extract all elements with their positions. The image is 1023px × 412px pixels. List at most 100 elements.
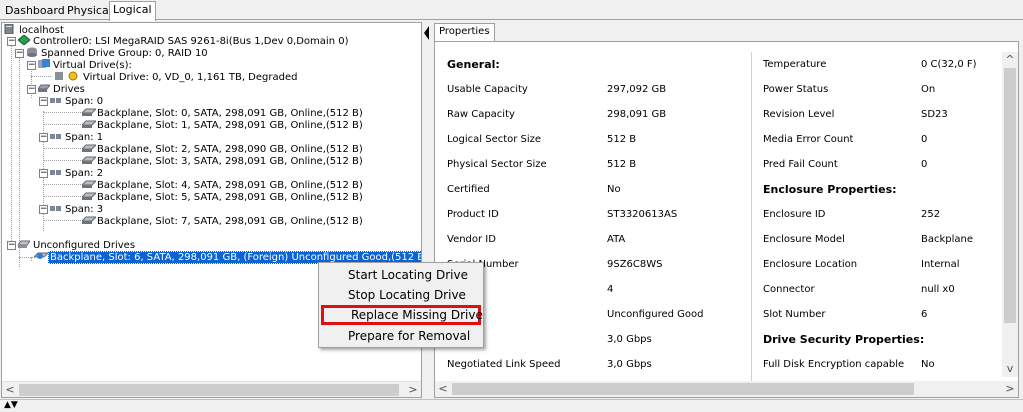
property-value: 9SZ6C8WS	[607, 259, 663, 270]
main-tab-bar: Dashboard Physical Logical	[0, 0, 1023, 21]
tree-guide	[19, 257, 33, 258]
menu-item-prepare-removal[interactable]: Prepare for Removal	[321, 326, 481, 346]
section-header: Drive Security Properties:	[763, 333, 925, 346]
collapse-icon[interactable]: −	[39, 133, 48, 142]
property-value: Internal	[921, 259, 960, 270]
tree-node-controller[interactable]: Controller0: LSI MegaRAID SAS 9261-8i(Bu…	[17, 34, 349, 47]
tab-properties[interactable]: Properties	[434, 23, 495, 41]
tree-node-unconfigured-drives[interactable]: Unconfigured Drives	[17, 239, 136, 251]
virtual-drive-icon	[54, 71, 66, 81]
scroll-thumb[interactable]	[452, 383, 914, 395]
tree-guide	[43, 124, 81, 125]
menu-item-stop-locating[interactable]: Stop Locating Drive	[321, 285, 481, 305]
tree-node-span-3[interactable]: Span: 3	[50, 203, 104, 215]
menu-item-replace-missing-drive[interactable]: Replace Missing Drive	[321, 305, 483, 325]
tree-node-drive[interactable]: Backplane, Slot: 5, SATA, 298,091 GB, On…	[80, 191, 364, 203]
tree-guide	[43, 196, 81, 197]
tree-node-span-1[interactable]: Span: 1	[50, 131, 104, 143]
property-value: null x0	[921, 284, 955, 295]
scroll-down-icon[interactable]: v	[1002, 361, 1018, 377]
property-label: Temperature	[763, 59, 827, 70]
tree-node-span-0[interactable]: Span: 0	[50, 95, 104, 107]
drive-context-menu: Start Locating Drive Stop Locating Drive…	[318, 262, 484, 348]
collapse-icon[interactable]: −	[39, 169, 48, 178]
collapse-icon[interactable]: −	[7, 241, 16, 250]
tree-horizontal-scrollbar[interactable]: < >	[2, 381, 421, 397]
tab-logical[interactable]: Logical	[109, 1, 156, 21]
tree-node-drive-group[interactable]: Spanned Drive Group: 0, RAID 10	[26, 47, 209, 59]
tree-node-span-2[interactable]: Span: 2	[50, 167, 104, 179]
property-value: No	[921, 359, 935, 370]
splitter-arrow-icon	[424, 26, 429, 40]
collapse-icon[interactable]: −	[27, 61, 36, 70]
hard-drive-icon	[80, 215, 98, 225]
property-value: 512 B	[607, 134, 637, 145]
tab-dashboard[interactable]: Dashboard	[2, 3, 68, 20]
property-value: 0	[921, 134, 928, 145]
scroll-thumb[interactable]	[19, 384, 399, 396]
property-value: 3,0 Gbps	[607, 359, 652, 370]
property-value: SD23	[921, 109, 948, 120]
tree-node-drive[interactable]: Backplane, Slot: 7, SATA, 298,091 GB, On…	[80, 215, 364, 227]
properties-vertical-scrollbar[interactable]: ^ v	[1002, 52, 1018, 377]
property-label: Connector	[763, 284, 815, 295]
properties-box: General: Usable Capacity 297,092 GB Raw Cap…	[434, 41, 1019, 398]
collapse-icon[interactable]: −	[39, 205, 48, 214]
hard-drive-icon	[80, 191, 98, 201]
property-label: Raw Capacity	[447, 109, 515, 120]
property-label: Media Error Count	[763, 134, 854, 145]
property-label: Enclosure ID	[763, 209, 826, 220]
tree-node-drive[interactable]: Backplane, Slot: 1, SATA, 298,091 GB, On…	[80, 119, 364, 131]
tree-guide	[43, 148, 81, 149]
menu-item-start-locating[interactable]: Start Locating Drive	[321, 265, 481, 285]
tree-node-drive[interactable]: Backplane, Slot: 4, SATA, 298,091 GB, On…	[80, 179, 364, 191]
tree-guide	[11, 39, 12, 245]
tree-node-drives[interactable]: Drives	[37, 83, 86, 95]
tree-guide	[19, 51, 20, 267]
property-value: 298,091 GB	[607, 109, 667, 120]
property-value: Backplane	[921, 234, 974, 245]
scroll-right-icon[interactable]: >	[1002, 381, 1018, 397]
property-value: 3,0 Gbps	[607, 334, 652, 345]
collapse-icon[interactable]: −	[39, 97, 48, 106]
property-label: Slot Number	[763, 309, 826, 320]
collapse-icon[interactable]: −	[27, 85, 36, 94]
tree-node-drive[interactable]: Backplane, Slot: 3, SATA, 298,091 GB, On…	[80, 155, 364, 167]
scroll-thumb[interactable]	[1004, 68, 1016, 323]
property-value: ST3320613AS	[607, 209, 678, 220]
property-label: Usable Capacity	[447, 84, 528, 95]
property-label: Power Status	[763, 84, 829, 95]
drive-group-icon	[26, 47, 38, 57]
unconfigured-drives-icon	[17, 239, 31, 249]
tree-guide	[43, 160, 81, 161]
tree-node-virtual-drives[interactable]: Virtual Drive(s):	[38, 59, 133, 71]
collapse-icon[interactable]: −	[7, 37, 16, 46]
controller-icon	[17, 34, 31, 46]
property-value: 6	[921, 309, 928, 320]
tree-node-drive[interactable]: Backplane, Slot: 2, SATA, 298,090 GB, On…	[80, 143, 364, 155]
tree-guide	[43, 184, 81, 185]
tree-node-virtual-drive[interactable]: Virtual Drive: 0, VD_0, 1,161 TB, Degrad…	[54, 71, 298, 83]
properties-horizontal-scrollbar[interactable]: < >	[435, 381, 1018, 397]
scroll-left-icon[interactable]: <	[435, 381, 451, 397]
property-value: 0	[921, 159, 928, 170]
property-value: ATA	[607, 234, 626, 245]
span-icon	[50, 131, 62, 141]
panel-toggle-icon[interactable]: ▲▼	[4, 400, 18, 411]
hard-drive-icon	[80, 179, 98, 189]
tree-node-drive[interactable]: Backplane, Slot: 0, SATA, 298,091 GB, On…	[80, 107, 364, 119]
property-label: Revision Level	[763, 109, 835, 120]
scroll-up-icon[interactable]: ^	[1002, 52, 1018, 68]
properties-panel: Properties General: Usable Capacity 297,09…	[432, 22, 1021, 398]
collapse-icon[interactable]: −	[15, 49, 24, 58]
section-header: Enclosure Properties:	[763, 183, 897, 196]
scroll-left-icon[interactable]: <	[2, 382, 18, 397]
property-value: No	[607, 184, 621, 195]
tree-guide	[43, 112, 81, 113]
hard-drive-icon	[80, 119, 98, 129]
property-label: Logical Sector Size	[447, 134, 542, 145]
hard-drive-icon	[80, 143, 98, 153]
scroll-right-icon[interactable]: >	[405, 382, 421, 397]
tab-physical[interactable]: Physical	[64, 3, 115, 20]
property-label: Vendor ID	[447, 234, 496, 245]
